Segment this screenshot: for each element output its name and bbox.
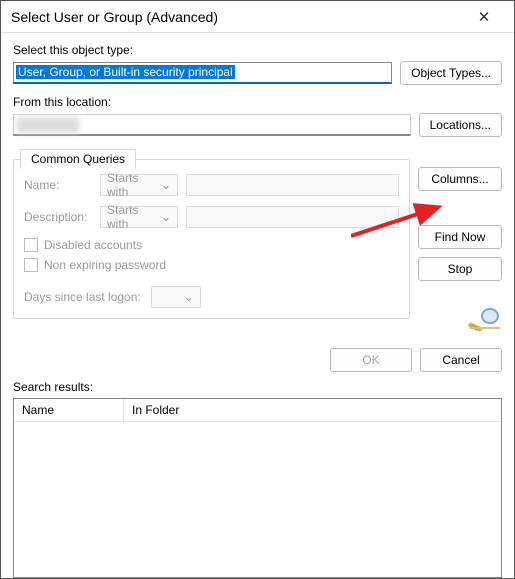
stop-button[interactable]: Stop	[418, 257, 502, 281]
magnifier-icon	[468, 307, 502, 334]
object-type-value: User, Group, or Built-in security princi…	[16, 65, 235, 79]
search-results-table: Name In Folder	[13, 398, 502, 578]
name-label: Name:	[24, 178, 92, 192]
cancel-button[interactable]: Cancel	[420, 348, 502, 372]
ok-button[interactable]: OK	[330, 348, 412, 372]
column-in-folder[interactable]: In Folder	[124, 399, 501, 421]
chevron-down-icon: ⌄	[161, 210, 171, 224]
search-results-label: Search results:	[1, 380, 514, 394]
disabled-accounts-checkbox[interactable]	[24, 238, 38, 252]
location-input[interactable]	[13, 114, 411, 136]
days-since-logon-label: Days since last logon:	[24, 290, 141, 304]
results-header: Name In Folder	[14, 399, 501, 422]
name-condition-select[interactable]: Starts with ⌄	[100, 174, 178, 196]
description-condition-select[interactable]: Starts with ⌄	[100, 206, 178, 228]
chevron-down-icon: ⌄	[161, 178, 171, 192]
object-type-input[interactable]: User, Group, or Built-in security princi…	[13, 62, 392, 84]
column-name[interactable]: Name	[14, 399, 124, 421]
object-types-button[interactable]: Object Types...	[400, 61, 502, 85]
non-expiring-label: Non expiring password	[44, 258, 166, 272]
days-since-logon-select[interactable]: ⌄	[151, 286, 201, 308]
location-value-redacted	[17, 117, 79, 133]
dialog-content: Select this object type: User, Group, or…	[1, 33, 514, 372]
window-title: Select User or Group (Advanced)	[11, 9, 464, 25]
object-type-label: Select this object type:	[13, 43, 502, 57]
location-label: From this location:	[13, 95, 502, 109]
side-buttons: Columns... Find Now Stop	[418, 167, 502, 334]
disabled-accounts-label: Disabled accounts	[44, 238, 142, 252]
columns-button[interactable]: Columns...	[418, 167, 502, 191]
description-condition-value: Starts with	[107, 203, 161, 231]
close-icon[interactable]: ✕	[464, 8, 504, 26]
common-queries-panel: Common Queries Name: Starts with ⌄ Descr…	[13, 159, 410, 319]
name-text-input[interactable]	[186, 174, 399, 196]
locations-button[interactable]: Locations...	[419, 113, 502, 137]
chevron-down-icon: ⌄	[184, 290, 194, 304]
find-now-button[interactable]: Find Now	[418, 225, 502, 249]
titlebar: Select User or Group (Advanced) ✕	[1, 1, 514, 33]
name-condition-value: Starts with	[107, 171, 161, 199]
description-label: Description:	[24, 210, 92, 224]
non-expiring-checkbox[interactable]	[24, 258, 38, 272]
tab-common-queries[interactable]: Common Queries	[20, 149, 136, 169]
description-text-input[interactable]	[186, 206, 399, 228]
